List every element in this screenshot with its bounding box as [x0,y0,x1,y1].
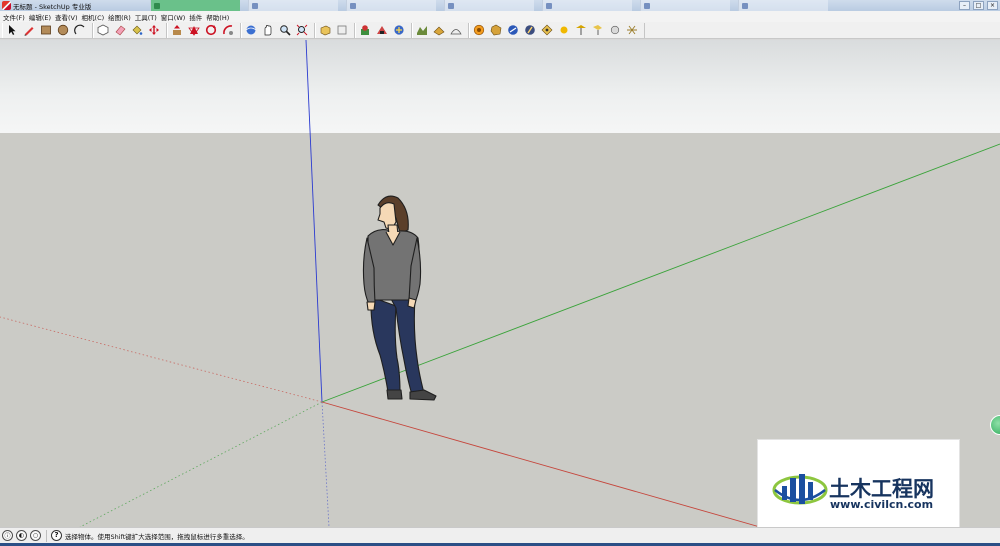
app-icon [350,2,356,9]
menu-bar: 文件(F) 编辑(E) 查看(V) 相机(C) 绘图(R) 工具(T) 窗口(W… [0,11,1000,22]
orbit-icon[interactable] [244,23,258,37]
taskbar-tab[interactable] [542,0,632,11]
toolbar-group-camera [241,22,315,38]
taskbar-tab[interactable] [248,0,338,11]
rotate-icon[interactable] [187,23,201,37]
menu-window[interactable]: 窗口(W) [161,12,190,22]
close-button[interactable]: × [987,1,998,10]
window-title: 无标题 - SketchUp 专业版 [13,2,92,11]
menu-draw[interactable]: 绘图(R) [108,12,135,22]
toolbar-group-sandbox [412,22,469,38]
menu-view[interactable]: 查看(V) [55,12,82,22]
follow-me-icon[interactable] [204,23,218,37]
watermark-url: www.civilcn.com [830,498,934,511]
user-account-icon[interactable]: ○ [30,530,41,541]
toolbar-group-warehouse [355,22,412,38]
top-view-icon[interactable] [335,23,349,37]
help-icon[interactable]: ? [51,530,62,541]
red-axis-solid [321,401,761,527]
rectangle-icon[interactable] [39,23,53,37]
look-around-icon[interactable] [540,23,554,37]
main-toolbar [0,22,1000,39]
section-icon[interactable] [506,23,520,37]
green-axis-solid [321,143,1000,403]
taskbar-tab[interactable] [640,0,730,11]
add-location-icon[interactable] [358,23,372,37]
toolbar-group-modify [167,22,241,38]
window-controls: – □ × [959,1,998,10]
person-figure[interactable] [362,195,437,401]
scale-icon[interactable] [221,23,235,37]
app-icon [546,2,552,9]
sandbox-smoove-icon[interactable] [449,23,463,37]
walk-icon[interactable] [523,23,537,37]
status-bar: ⓘ ◐ ○ ? 选择物体。使用Shift键扩大选择范围，拖拽鼠标进行多重选择。 [0,527,1000,543]
sketchup-logo-icon [2,1,11,10]
move-icon[interactable] [147,23,161,37]
blue-axis-dotted [321,401,330,527]
menu-camera[interactable]: 相机(C) [82,12,109,22]
pan-icon[interactable] [261,23,275,37]
push-pull-icon[interactable] [170,23,184,37]
pencil-line-icon[interactable] [22,23,36,37]
sandbox-from-scratch-icon[interactable] [432,23,446,37]
background-window-tabs [150,0,836,11]
blue-axis-solid [305,40,323,403]
menu-tools[interactable]: 工具(T) [135,12,161,22]
left-shoe [386,389,403,400]
app-icon [448,2,454,9]
toolbar-group-draw [2,22,93,38]
geo-location-icon[interactable]: ⓘ [2,530,13,541]
menu-edit[interactable]: 编辑(E) [29,12,55,22]
left-hand [366,301,376,311]
sandbox-from-contours-icon[interactable] [415,23,429,37]
green-axis-dotted [79,401,323,527]
circle-icon[interactable] [56,23,70,37]
make-component-icon[interactable] [96,23,110,37]
shadow-icon[interactable] [472,23,486,37]
app-icon [742,2,748,9]
toolbar-group-display [469,22,645,38]
select-arrow-icon[interactable] [5,23,19,37]
title-bar: 无标题 - SketchUp 专业版 – □ × [0,0,1000,11]
right-hand [407,297,417,309]
red-axis-dotted [0,316,323,403]
iso-view-icon[interactable] [318,23,332,37]
text-icon[interactable] [608,23,622,37]
taskbar-tab[interactable] [444,0,534,11]
menu-file[interactable]: 文件(F) [3,12,29,22]
toolbar-group-edit [93,22,167,38]
position-camera-icon[interactable] [557,23,571,37]
get-models-icon[interactable] [375,23,389,37]
app-icon [644,2,650,9]
maximize-button[interactable]: □ [973,1,984,10]
status-divider [46,529,47,542]
app-icon [252,2,258,9]
taskbar-tab[interactable] [346,0,436,11]
arc-icon[interactable] [73,23,87,37]
watermark-logo: 土木工程网 www.civilcn.com [757,439,960,531]
status-hint: 选择物体。使用Shift键扩大选择范围，拖拽鼠标进行多重选择。 [65,532,249,541]
paint-bucket-icon[interactable] [130,23,144,37]
zoom-icon[interactable] [278,23,292,37]
share-model-icon[interactable] [392,23,406,37]
menu-help[interactable]: 帮助(H) [206,12,233,22]
eraser-icon[interactable] [113,23,127,37]
axes-icon[interactable] [625,23,639,37]
app-icon [154,2,160,9]
toolbar-group-views [315,22,355,38]
taskbar-tab[interactable] [738,0,828,11]
sun-icon[interactable] [574,23,588,37]
left-leg [370,296,401,393]
taskbar-tab[interactable] [150,0,240,11]
credits-icon[interactable]: ◐ [16,530,27,541]
menu-plugins[interactable]: 插件 [189,12,206,22]
minimize-button[interactable]: – [959,1,970,10]
fog-icon[interactable] [489,23,503,37]
right-shoe [409,389,437,401]
dimension-icon[interactable] [591,23,605,37]
civilcn-logo-icon [772,474,828,505]
zoom-extents-icon[interactable] [295,23,309,37]
